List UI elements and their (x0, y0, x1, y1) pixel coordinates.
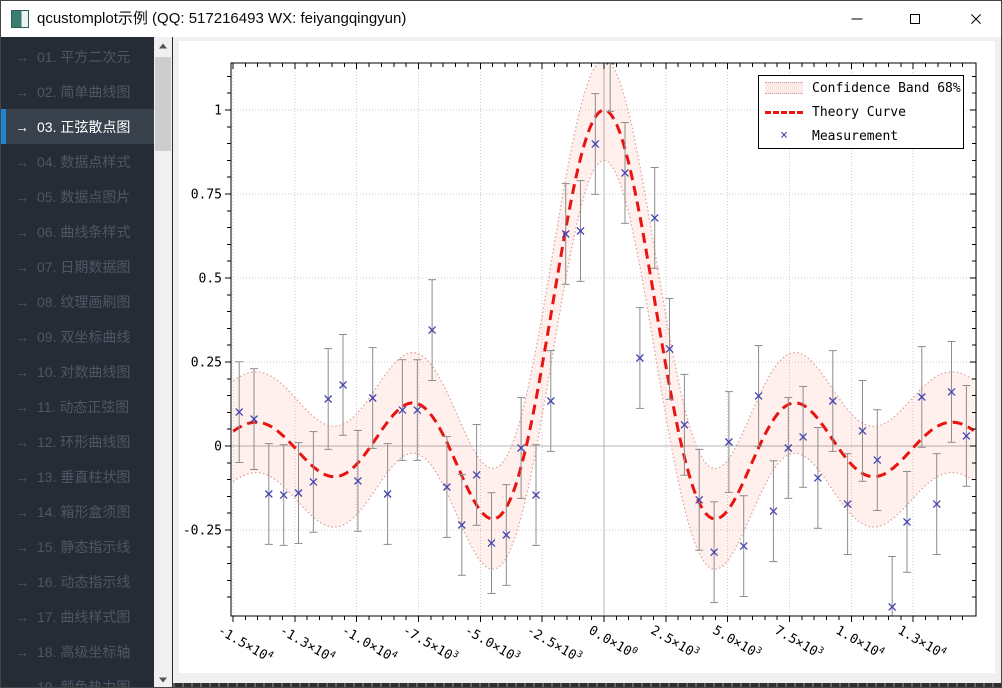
sidebar-item-16[interactable]: → 16. 动态指示线 (1, 564, 154, 599)
arrow-icon: → (15, 224, 29, 240)
arrow-icon: → (15, 504, 29, 520)
sidebar-item-07[interactable]: → 07. 日期数据图 (1, 249, 154, 284)
sidebar-item-label: 17. 曲线样式图 (37, 607, 130, 627)
cross-swatch-icon: × (765, 130, 803, 142)
arrow-icon: → (15, 539, 29, 555)
arrow-icon: → (15, 364, 29, 380)
arrow-icon: → (15, 644, 29, 660)
sidebar-item-15[interactable]: → 15. 静态指示线 (1, 529, 154, 564)
arrow-icon: → (15, 399, 29, 415)
scroll-up-button[interactable] (154, 37, 172, 55)
arrow-icon: → (15, 259, 29, 275)
legend-label: Theory Curve (812, 105, 906, 120)
legend-item[interactable]: Theory Curve (759, 102, 963, 122)
y-tick-label: 1 (214, 104, 222, 119)
sidebar-item-03[interactable]: → 03. 正弦散点图 (1, 109, 154, 144)
sidebar-item-label: 09. 双坐标曲线 (37, 327, 130, 347)
sidebar-item-19[interactable]: → 19. 颜色热力图 (1, 669, 154, 688)
sidebar: → 01. 平方二次元 → 02. 简单曲线图 → 03. 正弦散点图 → 04. 数据点样式… (1, 37, 173, 688)
title-bar: qcustomplot示例 (QQ: 517216493 WX: feiyang… (1, 1, 1001, 37)
y-tick-label: 0 (214, 440, 222, 455)
sidebar-item-label: 02. 简单曲线图 (37, 82, 130, 102)
sidebar-item-label: 14. 箱形盒须图 (37, 502, 130, 522)
minimize-button[interactable] (833, 1, 880, 37)
plot-widget[interactable]: 10.750.50.250-0.25 -1.5×104-1.3×104-1.0×… (179, 41, 995, 673)
sidebar-item-label: 19. 颜色热力图 (37, 677, 130, 688)
y-tick-label: 0.5 (199, 272, 222, 287)
sidebar-item-14[interactable]: → 14. 箱形盒须图 (1, 494, 154, 529)
sidebar-item-10[interactable]: → 10. 对数曲线图 (1, 354, 154, 389)
sidebar-item-label: 05. 数据点图片 (37, 187, 130, 207)
sidebar-item-label: 10. 对数曲线图 (37, 362, 130, 382)
scrollbar-thumb[interactable] (155, 57, 171, 151)
sidebar-item-label: 13. 垂直柱状图 (37, 467, 130, 487)
app-icon (11, 10, 29, 28)
y-tick-label: 0.25 (191, 356, 222, 371)
sidebar-item-06[interactable]: → 06. 曲线条样式 (1, 214, 154, 249)
sidebar-item-01[interactable]: → 01. 平方二次元 (1, 39, 154, 74)
close-icon (970, 13, 983, 26)
sidebar-item-13[interactable]: → 13. 垂直柱状图 (1, 459, 154, 494)
sidebar-item-label: 03. 正弦散点图 (37, 117, 130, 137)
sidebar-item-label: 01. 平方二次元 (37, 47, 130, 67)
close-button[interactable] (949, 1, 1002, 37)
sidebar-item-label: 18. 高级坐标轴 (37, 642, 130, 662)
legend-item[interactable]: × Measurement (759, 126, 963, 146)
sidebar-item-label: 12. 环形曲线图 (37, 432, 130, 452)
sidebar-item-02[interactable]: → 02. 简单曲线图 (1, 74, 154, 109)
sidebar-item-09[interactable]: → 09. 双坐标曲线 (1, 319, 154, 354)
main-area: 10.750.50.250-0.25 -1.5×104-1.3×104-1.0×… (173, 37, 1002, 688)
arrow-icon: → (15, 154, 29, 170)
arrow-icon: → (15, 609, 29, 625)
legend-item[interactable]: Confidence Band 68% (759, 78, 963, 98)
sidebar-item-08[interactable]: → 08. 纹理画刷图 (1, 284, 154, 319)
sidebar-item-label: 15. 静态指示线 (37, 537, 130, 557)
sidebar-item-04[interactable]: → 04. 数据点样式 (1, 144, 154, 179)
arrow-icon: → (15, 469, 29, 485)
maximize-button[interactable] (891, 1, 938, 37)
sidebar-item-12[interactable]: → 12. 环形曲线图 (1, 424, 154, 459)
sidebar-menu: → 01. 平方二次元 → 02. 简单曲线图 → 03. 正弦散点图 → 04. 数据点样式… (1, 39, 154, 688)
maximize-icon (910, 14, 920, 24)
arrow-icon: → (15, 84, 29, 100)
sidebar-scrollbar[interactable] (154, 37, 172, 688)
arrow-icon: → (15, 189, 29, 205)
arrow-icon: → (15, 434, 29, 450)
sidebar-item-label: 11. 动态正弦图 (37, 397, 129, 417)
band-swatch-icon (765, 82, 803, 94)
y-tick-label: -0.25 (183, 524, 222, 539)
chevron-down-icon (159, 678, 167, 683)
sidebar-item-label: 07. 日期数据图 (37, 257, 130, 277)
arrow-icon: → (15, 119, 29, 135)
arrow-icon: → (15, 49, 29, 65)
arrow-icon: → (15, 294, 29, 310)
scroll-down-button[interactable] (154, 671, 172, 688)
window-title: qcustomplot示例 (QQ: 517216493 WX: feiyang… (37, 1, 406, 37)
sidebar-item-label: 06. 曲线条样式 (37, 222, 130, 242)
dashed-line-swatch-icon (765, 111, 803, 114)
legend-label: Measurement (812, 129, 898, 144)
app-window: qcustomplot示例 (QQ: 517216493 WX: feiyang… (0, 0, 1002, 688)
y-tick-label: 0.75 (191, 188, 222, 203)
chevron-up-icon (159, 44, 167, 49)
sidebar-item-05[interactable]: → 05. 数据点图片 (1, 179, 154, 214)
legend-label: Confidence Band 68% (812, 81, 961, 96)
arrow-icon: → (15, 329, 29, 345)
clipped-text-strip (173, 683, 1002, 688)
chart-legend: Confidence Band 68% Theory Curve × Measurem… (758, 75, 964, 149)
sidebar-item-label: 04. 数据点样式 (37, 152, 130, 172)
sidebar-item-17[interactable]: → 17. 曲线样式图 (1, 599, 154, 634)
minimize-icon (851, 19, 862, 20)
sidebar-item-label: 16. 动态指示线 (37, 572, 130, 592)
sidebar-item-label: 08. 纹理画刷图 (37, 292, 130, 312)
arrow-icon: → (15, 679, 29, 688)
sidebar-item-11[interactable]: → 11. 动态正弦图 (1, 389, 154, 424)
arrow-icon: → (15, 574, 29, 590)
sidebar-item-18[interactable]: → 18. 高级坐标轴 (1, 634, 154, 669)
